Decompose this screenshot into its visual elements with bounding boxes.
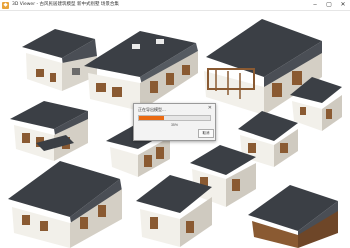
cancel-button[interactable]: 取消 xyxy=(198,129,214,138)
app-window: ◆ 3D Viewer - 古风民居建筑模型 新中式别墅 场景合集 – ▢ ✕ xyxy=(0,0,350,248)
export-progress-dialog: 正在导出模型... ✕ 35% 取消 xyxy=(133,103,216,141)
building-model[interactable] xyxy=(10,101,88,161)
minimize-icon[interactable]: – xyxy=(308,0,322,10)
progress-percent: 35% xyxy=(170,123,178,127)
building-model[interactable] xyxy=(8,161,122,248)
building-model[interactable] xyxy=(84,31,198,111)
window-title: 3D Viewer - 古风民居建筑模型 新中式别墅 场景合集 xyxy=(12,2,119,7)
building-model[interactable] xyxy=(22,29,97,91)
close-icon[interactable]: ✕ xyxy=(208,106,212,111)
close-icon[interactable]: ✕ xyxy=(336,0,350,10)
building-model[interactable] xyxy=(190,145,256,207)
progress-fill xyxy=(139,116,164,120)
dialog-title: 正在导出模型... xyxy=(138,107,166,112)
building-model[interactable] xyxy=(248,185,338,248)
building-model[interactable] xyxy=(204,19,322,115)
maximize-icon[interactable]: ▢ xyxy=(322,0,336,10)
progress-bar xyxy=(138,115,211,121)
title-bar: ◆ 3D Viewer - 古风民居建筑模型 新中式别墅 场景合集 – ▢ ✕ xyxy=(0,0,350,11)
app-logo-icon: ◆ xyxy=(2,1,9,9)
building-model[interactable] xyxy=(136,175,212,247)
